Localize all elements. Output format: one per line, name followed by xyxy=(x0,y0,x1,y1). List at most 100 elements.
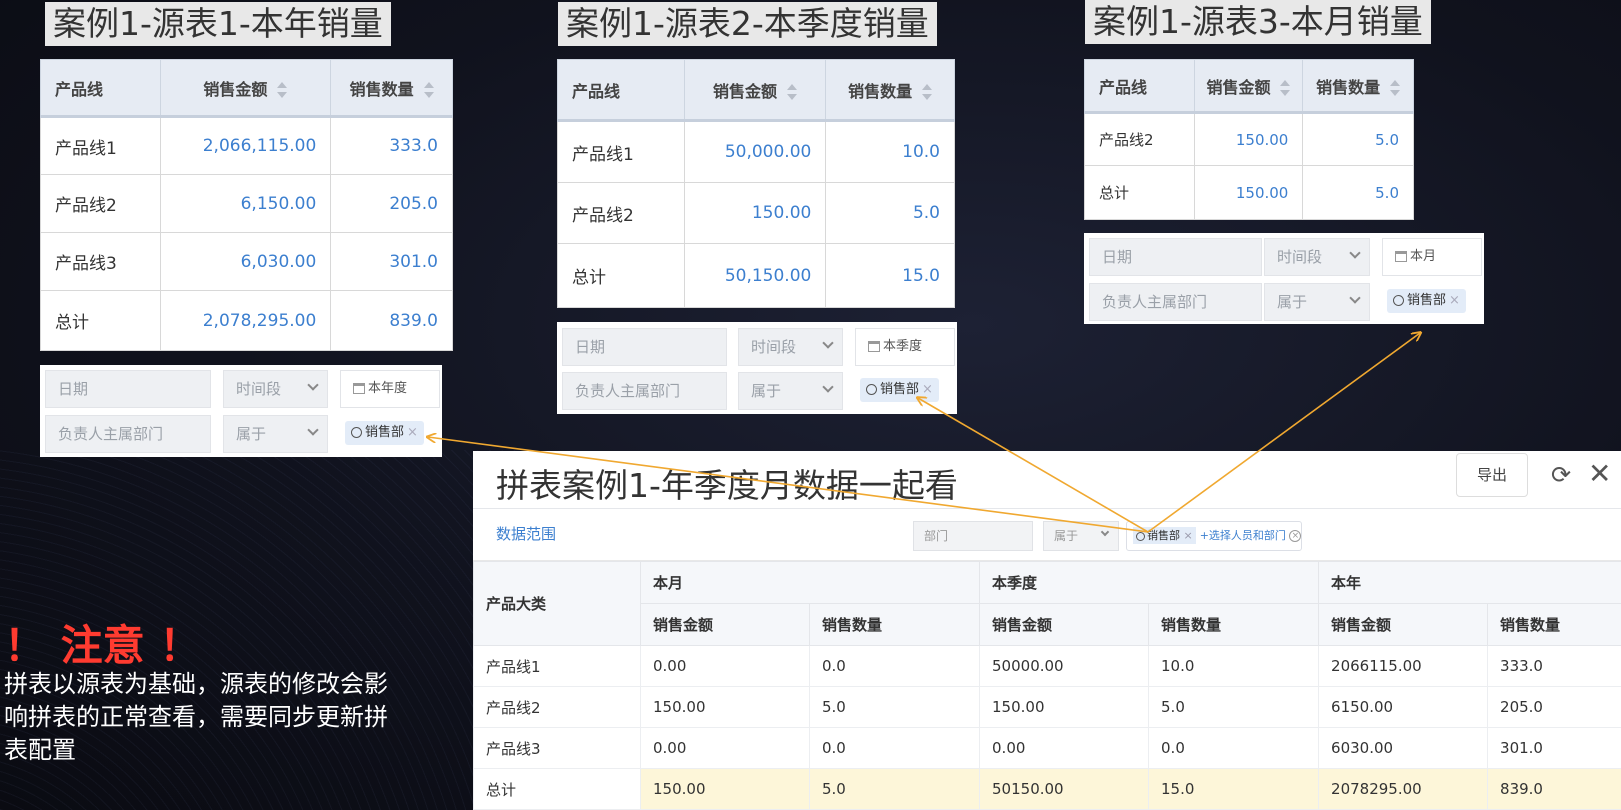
header-sales-qty[interactable]: 销售数量 xyxy=(330,59,453,118)
export-button[interactable]: 导出 xyxy=(1456,453,1528,497)
source2-title: 案例1-源表2-本季度销量 xyxy=(558,2,937,46)
calendar-icon xyxy=(868,341,880,352)
header-sales-amount: 销售金额 xyxy=(1318,603,1489,646)
range-field: 部门 xyxy=(913,521,1033,551)
dept-icon xyxy=(1136,531,1145,541)
data-range-row: 数据范围 部门 属于 销售部 × +选择人员和部门 × xyxy=(473,509,1621,561)
header-product-line: 产品线 xyxy=(40,59,161,118)
dept-tag[interactable]: 销售部 × xyxy=(860,372,939,402)
refresh-icon[interactable]: ⟳ xyxy=(1551,461,1571,489)
date-value[interactable]: 本年度 xyxy=(340,370,440,408)
close-icon[interactable]: × xyxy=(1449,293,1460,308)
date-field-label: 日期 xyxy=(562,328,727,366)
dept-icon xyxy=(1393,295,1404,306)
dept-tag[interactable]: 销售部 × xyxy=(1133,527,1196,544)
date-op-select[interactable]: 时间段 xyxy=(1264,238,1370,276)
header-sales-qty[interactable]: 销售数量 xyxy=(1302,59,1414,114)
sort-icon[interactable] xyxy=(423,82,434,98)
source3-filter: 日期 时间段 本月 负责人主属部门 属于 销售部 × xyxy=(1084,233,1484,324)
source1-filter: 日期 时间段 本年度 负责人主属部门 属于 销售部 × xyxy=(40,365,442,457)
date-op-select[interactable]: 时间段 xyxy=(223,370,328,408)
header-sales-qty: 销售数量 xyxy=(808,603,981,646)
calendar-icon xyxy=(1395,251,1407,262)
notice-body: 拼表以源表为基础，源表的修改会影响拼表的正常查看，需要同步更新拼表配置 xyxy=(4,670,388,764)
dept-field-label: 负责人主属部门 xyxy=(562,372,727,410)
table-row: 产品线1 2,066,115.00 333.0 xyxy=(40,116,453,175)
combined-report-panel: 拼表案例1-年季度月数据一起看 导出 ⟳ ✕ 数据范围 部门 属于 销售部 × +… xyxy=(473,451,1621,810)
chevron-down-icon xyxy=(1349,247,1361,259)
source3-table: 产品线 销售金额 销售数量 产品线2 150.00 5.0 总计 150.00 5.0 xyxy=(1084,59,1414,220)
header-sales-amount[interactable]: 销售金额 xyxy=(159,59,332,118)
date-field-label: 日期 xyxy=(45,370,211,408)
chevron-down-icon xyxy=(1349,292,1361,304)
header-sales-qty: 销售数量 xyxy=(1148,603,1320,646)
source1-table: 产品线 销售金额 销售数量 产品线1 2,066,115.00 333.0 产品线2… xyxy=(40,59,453,351)
table-row: 产品线2 6,150.00 205.0 xyxy=(40,174,453,233)
dept-tag[interactable]: 销售部 × xyxy=(345,415,424,445)
page-title: 拼表案例1-年季度月数据一起看 xyxy=(496,466,958,505)
close-icon[interactable]: × xyxy=(407,425,418,440)
header-sales-qty[interactable]: 销售数量 xyxy=(825,59,955,122)
dept-tag[interactable]: 销售部 × xyxy=(1387,283,1466,313)
sort-icon[interactable] xyxy=(1390,80,1401,96)
add-member-link[interactable]: +选择人员和部门 xyxy=(1200,529,1286,542)
chevron-down-icon xyxy=(307,379,319,391)
data-range-link[interactable]: 数据范围 xyxy=(496,523,556,544)
close-icon[interactable]: ✕ xyxy=(1588,457,1611,490)
sort-icon[interactable] xyxy=(1280,80,1291,96)
header-group-quarter: 本季度 xyxy=(979,561,1320,604)
date-field-label: 日期 xyxy=(1089,238,1262,276)
chevron-down-icon xyxy=(822,381,834,393)
header-group-month: 本月 xyxy=(639,561,981,604)
close-icon[interactable]: × xyxy=(1184,529,1193,542)
dept-icon xyxy=(351,427,362,438)
range-op-select[interactable]: 属于 xyxy=(1043,521,1119,551)
combined-table: 产品大类 本月 本季度 本年 销售金额 销售数量 销售金额 销售数量 销售金额 … xyxy=(473,561,1621,810)
clear-icon[interactable]: × xyxy=(1289,530,1302,542)
sort-icon[interactable] xyxy=(922,84,933,100)
combined-header: 拼表案例1-年季度月数据一起看 导出 ⟳ ✕ xyxy=(473,451,1621,509)
header-product-line: 产品线 xyxy=(557,59,685,122)
calendar-icon xyxy=(353,383,365,394)
header-sales-amount: 销售金额 xyxy=(640,603,810,646)
source1-title: 案例1-源表1-本年销量 xyxy=(45,2,391,46)
dept-icon xyxy=(866,384,877,395)
header-sales-qty: 销售数量 xyxy=(1487,603,1621,646)
source3-title: 案例1-源表3-本月销量 xyxy=(1085,0,1431,44)
chevron-down-icon xyxy=(822,337,834,349)
header-product-line: 产品线 xyxy=(1084,59,1195,114)
dept-op-select[interactable]: 属于 xyxy=(1264,283,1370,321)
chevron-down-icon xyxy=(307,424,319,436)
table-row-total: 总计 150.00 5.0 50150.00 15.0 2078295.00 839.0 xyxy=(473,768,1621,810)
source2-filter: 日期 时间段 本季度 负责人主属部门 属于 销售部 × xyxy=(557,322,957,414)
source2-table: 产品线 销售金额 销售数量 产品线1 50,000.00 10.0 产品线2 150.… xyxy=(557,59,955,308)
table-row: 产品线3 6,030.00 301.0 xyxy=(40,232,453,291)
date-value[interactable]: 本季度 xyxy=(855,328,955,366)
sort-icon[interactable] xyxy=(786,84,797,100)
date-value[interactable]: 本月 xyxy=(1382,238,1482,276)
header-group-year: 本年 xyxy=(1318,561,1621,604)
header-sales-amount: 销售金额 xyxy=(979,603,1150,646)
table-row-total: 总计 50,150.00 15.0 xyxy=(557,243,955,308)
table-row: 产品线2 150.00 5.0 150.00 5.0 6150.00 205.0 xyxy=(473,686,1621,728)
sort-icon[interactable] xyxy=(277,82,288,98)
close-icon[interactable]: × xyxy=(922,382,933,397)
table-row: 产品线1 50,000.00 10.0 xyxy=(557,120,955,183)
notice-title: ！ 注意 ！ xyxy=(4,621,202,670)
table-row-total: 总计 2,078,295.00 839.0 xyxy=(40,290,453,351)
table-row: 产品线1 0.00 0.0 50000.00 10.0 2066115.00 333.0 xyxy=(473,645,1621,687)
dept-field-label: 负责人主属部门 xyxy=(1089,283,1262,321)
header-sales-amount[interactable]: 销售金额 xyxy=(1193,59,1304,114)
range-tag-input[interactable]: 销售部 × +选择人员和部门 × xyxy=(1126,521,1302,551)
date-op-select[interactable]: 时间段 xyxy=(738,328,843,366)
chevron-down-icon xyxy=(1100,527,1110,537)
table-row-total: 总计 150.00 5.0 xyxy=(1084,165,1414,220)
dept-op-select[interactable]: 属于 xyxy=(738,372,843,410)
table-row: 产品线2 150.00 5.0 xyxy=(1084,112,1414,166)
dept-field-label: 负责人主属部门 xyxy=(45,415,211,453)
header-sales-amount[interactable]: 销售金额 xyxy=(683,59,827,122)
header-category: 产品大类 xyxy=(473,561,641,646)
dept-op-select[interactable]: 属于 xyxy=(223,415,328,453)
table-row: 产品线3 0.00 0.0 0.00 0.0 6030.00 301.0 xyxy=(473,727,1621,769)
table-row: 产品线2 150.00 5.0 xyxy=(557,182,955,244)
